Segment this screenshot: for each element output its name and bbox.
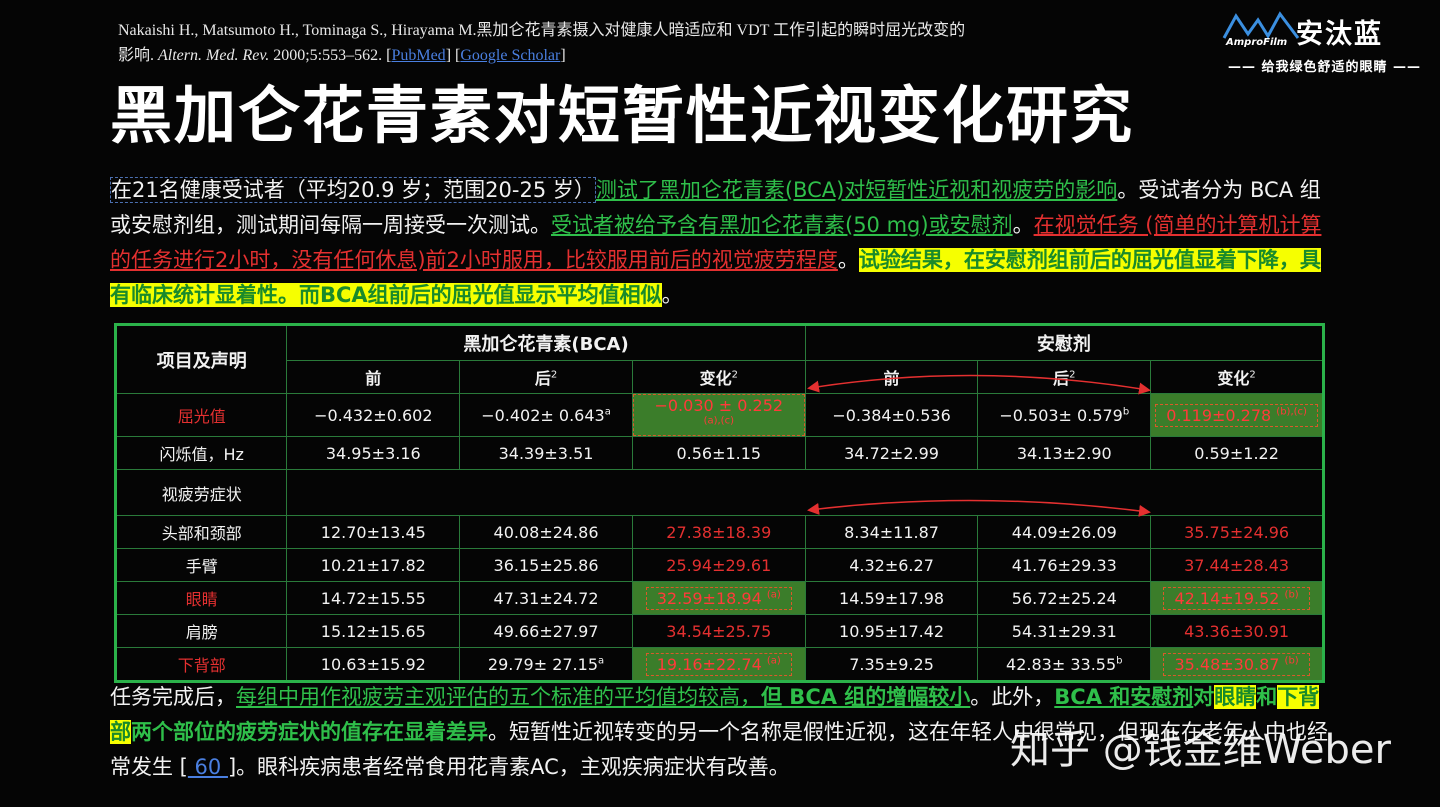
table-cell: 7.35±9.25	[804, 647, 979, 682]
table-cell: 41.76±29.33	[977, 548, 1152, 582]
table-cell-highlight: 32.59±18.94 (a)	[631, 581, 806, 615]
table-cell-highlight: 19.16±22.74 (a)	[631, 647, 806, 682]
table-cell: 34.72±2.99	[804, 436, 979, 470]
summary-groups: BCA 和安慰剂	[1054, 685, 1194, 709]
table-cell: 34.54±25.75	[631, 614, 806, 648]
table-cell: 47.31±24.72	[459, 581, 633, 615]
summary-text-11: 。短暂性近视转变的另一个名称是假性近视，这在年轻人中很	[488, 720, 1055, 744]
row-label-lower-back: 下背部	[114, 647, 288, 682]
subheader-placebo-change: 变化2	[1150, 360, 1324, 394]
summary-text-13: ]。眼科疾病患者经常食用花青素AC，主观疾病症状有改善。	[227, 755, 790, 779]
reference-link[interactable]: 60	[188, 755, 228, 779]
citation-volume: 2000;5:553–562. [	[269, 47, 392, 64]
row-label-eyes: 眼睛	[114, 581, 288, 615]
table-cell-highlight: 42.14±19.52 (b)	[1150, 581, 1324, 615]
summary-text-8: 和	[1256, 685, 1278, 709]
table-cell: 15.12±15.65	[286, 614, 461, 648]
table-cell: 54.31±29.31	[977, 614, 1152, 648]
citation: Nakaishi H., Matsumoto H., Tominaga S., …	[118, 18, 1128, 68]
comparison-arrow-icon	[807, 374, 1151, 395]
citation-journal: Altern. Med. Rev.	[158, 47, 270, 64]
intro-dosage: 受试者被给予含有黑加仑花青素(50 mg)或安慰剂	[551, 213, 1013, 237]
logo-brand: AmproFilm	[1226, 37, 1288, 48]
subheader-bca-before: 前	[286, 360, 461, 394]
table-cell: 34.13±2.90	[977, 436, 1152, 470]
table-cell: 37.44±28.43	[1150, 548, 1324, 582]
table-cell: 10.95±17.42	[804, 614, 979, 648]
table-cell: 35.75±24.96	[1150, 515, 1324, 549]
intro-text-3: 。受试者	[1117, 178, 1202, 202]
row-label-arms: 手臂	[114, 548, 288, 582]
mountain-logo-icon	[1222, 11, 1300, 39]
table-cell-highlight: 35.48±30.87 (b)	[1150, 647, 1324, 682]
table-cell: 49.66±27.97	[459, 614, 633, 648]
zhihu-watermark: 知乎 @钱金维Weber	[1010, 727, 1391, 773]
citation-line-1: Nakaishi H., Matsumoto H., Tominaga S., …	[118, 22, 966, 39]
citation-separator: ] [	[445, 47, 461, 64]
intro-text-10: 。	[661, 283, 683, 307]
logo-name: 安汰蓝	[1296, 19, 1383, 50]
table-cell: 40.08±24.86	[459, 515, 633, 549]
citation-prefix: 影响.	[118, 47, 159, 64]
citation-line-2: 影响. Altern. Med. Rev. 2000;5:553–562. [P…	[118, 43, 1128, 68]
row-label-shoulders: 肩膀	[114, 614, 288, 648]
table-row: 下背部 10.63±15.92 29.79± 27.15a 19.16±22.7…	[114, 647, 1324, 682]
table-cell: 4.32±6.27	[804, 548, 979, 582]
table-cell: 36.15±25.86	[459, 548, 633, 582]
row-label-refraction: 屈光值	[114, 393, 288, 437]
subheader-bca-after: 后2	[459, 360, 633, 394]
logo-slogan: —— 给我绿色舒适的眼睛 ——	[1228, 60, 1422, 75]
table-cell: 14.72±15.55	[286, 581, 461, 615]
table-cell: 27.38±18.39	[631, 515, 806, 549]
page-title: 黑加仑花青素对短暂性近视变化研究	[110, 79, 1135, 152]
table-row: 闪烁值，Hz 34.95±3.16 34.39±3.51 0.56±1.15 3…	[114, 436, 1324, 470]
table-cell: 29.79± 27.15a	[459, 647, 633, 682]
row-label-eye-fatigue: 视疲劳症状	[114, 469, 288, 516]
table-cell: 0.56±1.15	[631, 436, 806, 470]
table-row: 肩膀 15.12±15.65 49.66±27.97 34.54±25.75 1…	[114, 614, 1324, 648]
table-cell: −0.432±0.602	[286, 393, 461, 437]
table-row: 眼睛 14.72±15.55 47.31±24.72 32.59±18.94 (…	[114, 581, 1324, 615]
summary-text-4: 。此外，	[970, 685, 1055, 709]
summary-significant: 两个部位的疲劳症状的值存在显着差异	[131, 720, 488, 744]
google-scholar-link[interactable]: Google Scholar	[460, 47, 560, 64]
table-corner-header: 项目及声明	[114, 324, 288, 394]
subheader-bca-change: 变化2	[631, 360, 806, 394]
table-cell: 10.63±15.92	[286, 647, 461, 682]
table-cell: 12.70±13.45	[286, 515, 461, 549]
intro-text-6: 。	[1012, 213, 1034, 237]
table-cell: 42.83± 33.55b	[977, 647, 1152, 682]
summary-text-6: 对	[1193, 685, 1215, 709]
table-cell-highlight: 0.119±0.278 (b),(c)	[1150, 393, 1324, 437]
group-placebo-header: 安慰剂	[804, 324, 1325, 361]
summary-eyes-highlight: 眼睛	[1214, 685, 1257, 709]
row-label-head-neck: 头部和颈部	[114, 515, 288, 549]
table-cell-highlight: −0.030 ± 0.252 (a),(c)	[631, 393, 806, 437]
summary-criteria: 每组中用作视疲劳主观评估的五个标准的平均值均较高，	[236, 685, 761, 709]
table-cell: 14.59±17.98	[804, 581, 979, 615]
intro-aim: 测试了黑加仑花青素(BCA)对短暂性近视和视疲劳的影响	[595, 178, 1118, 202]
pubmed-link[interactable]: PubMed	[391, 47, 445, 64]
table-cell: 25.94±29.61	[631, 548, 806, 582]
summary-bca-smaller: 但 BCA 组的增幅较小	[761, 685, 971, 709]
comparison-arrow-icon	[807, 499, 1151, 517]
citation-end: ]	[560, 47, 566, 64]
row-label-flicker: 闪烁值，Hz	[114, 436, 288, 470]
summary-text-1: 任务完成后，	[110, 685, 236, 709]
table-cell: 34.95±3.16	[286, 436, 461, 470]
table-cell: 10.21±17.82	[286, 548, 461, 582]
group-bca-header: 黑加仑花青素(BCA)	[286, 324, 806, 361]
intro-text-8: 。	[837, 248, 859, 272]
intro-subjects: 在21名健康受试者（平均20.9 岁；范围20-25 岁）	[110, 177, 596, 203]
table-cell: 43.36±30.91	[1150, 614, 1324, 648]
table-cell: 34.39±3.51	[459, 436, 633, 470]
table-cell: −0.402± 0.643a	[459, 393, 633, 437]
table-cell: 56.72±25.24	[977, 581, 1152, 615]
table-cell: 0.59±1.22	[1150, 436, 1324, 470]
table-row: 手臂 10.21±17.82 36.15±25.86 25.94±29.61 4…	[114, 548, 1324, 582]
intro-paragraph: 在21名健康受试者（平均20.9 岁；范围20-25 岁）测试了黑加仑花青素(B…	[110, 173, 1340, 313]
